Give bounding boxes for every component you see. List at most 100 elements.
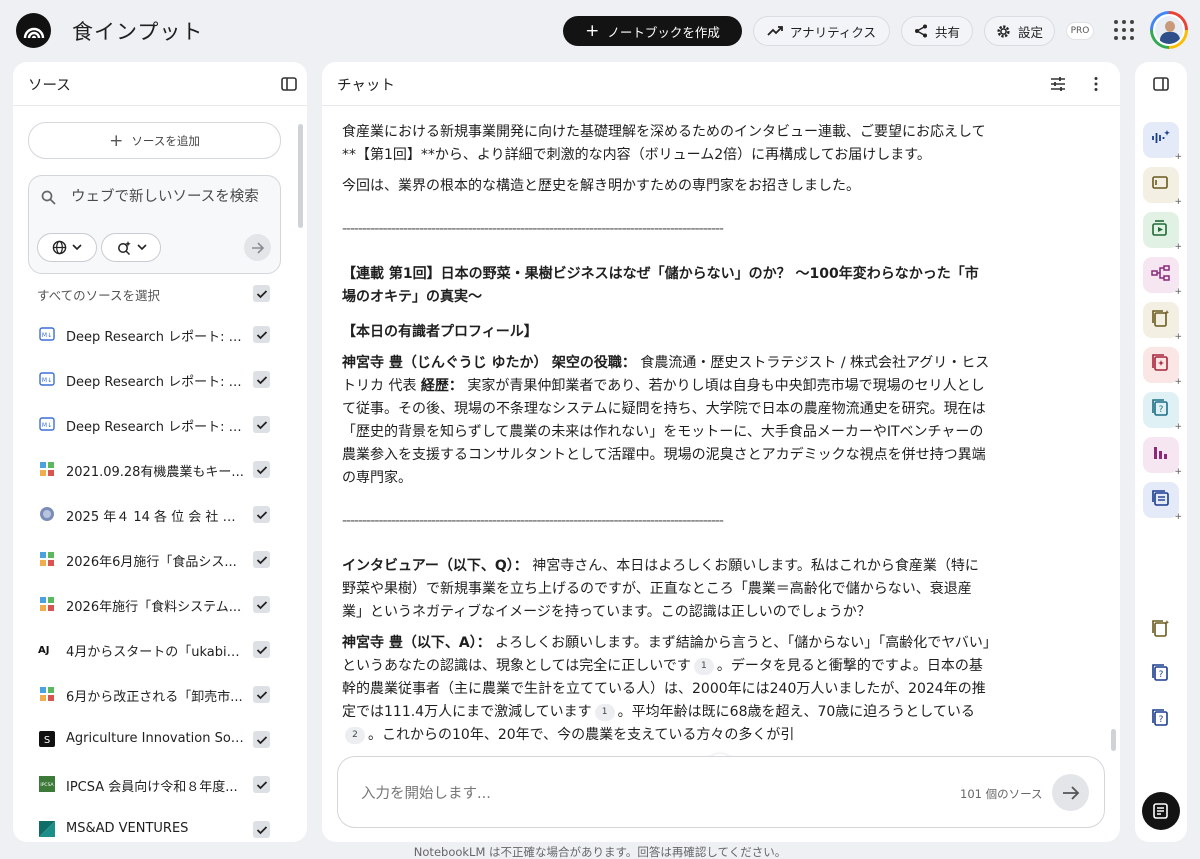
chat-message-area: 食産業における新規事業開発に向けた基礎理解を深めるためのインタビュー連載、ご要望… [322,107,1120,757]
source-checkbox[interactable] [253,686,270,703]
profile-heading: 【本日の有識者プロフィール】 [342,324,538,340]
account-avatar[interactable] [1150,11,1188,49]
pro-badge: PRO [1066,22,1094,40]
source-item-label: 2025 年４ 14 各 位 会 社 名 ... [66,510,244,525]
source-item[interactable]: MS&AD VENTURES [13,807,303,842]
report-button[interactable]: + [1143,302,1182,342]
source-checkbox[interactable] [253,506,270,523]
assistant-message: 食産業における新規事業開発に向けた基礎理解を深めるためのインタビュー連載、ご要望… [342,121,990,755]
audio-overview-button[interactable]: + [1143,122,1182,162]
video-overview-icon [1151,219,1171,241]
flashcards-icon [1151,354,1171,376]
plus-icon: + [1174,287,1182,297]
trending-up-icon [767,26,783,36]
source-item[interactable]: AJ 4月からスタートの「ukabis... [13,627,303,672]
add-source-button[interactable]: + ソースを追加 [28,122,281,159]
aj-favicon: AJ [38,640,56,658]
slides-button[interactable]: + [1143,167,1182,207]
source-checkbox[interactable] [253,371,270,388]
footer-disclaimer: NotebookLM は不正確な場合があります。回答は再確認してください。 [413,845,787,859]
chevron-down-icon [72,244,82,251]
source-item[interactable]: S Agriculture Innovation Solut... [13,717,303,762]
add-note-button[interactable] [1142,792,1180,830]
share-button[interactable]: 共有 [901,16,973,46]
report-note-icon [1151,619,1171,641]
plus-icon: + [1174,467,1182,477]
saved-note-item[interactable]: ? [1148,662,1174,688]
site-favicon [38,550,56,568]
saved-note-item[interactable]: ? [1148,707,1174,733]
source-item-label: MS&AD VENTURES [66,821,189,836]
chat-input[interactable]: 入力を開始します... [361,782,491,803]
source-checkbox[interactable] [253,596,270,613]
settings-button[interactable]: 設定 [984,16,1055,46]
globe-icon [52,240,67,255]
svg-text:M↓: M↓ [42,332,52,339]
plus-icon: + [1174,377,1182,387]
citation-chip[interactable]: 2 [345,727,365,744]
research-mode-dropdown[interactable] [101,233,161,262]
plus-icon: + [1174,422,1182,432]
source-item[interactable]: 2021.09.28有機農業もキー... [13,447,303,492]
source-item-label: Deep Research レポート: 日... [66,420,244,435]
data-table-button[interactable]: + [1143,482,1182,522]
source-item[interactable]: M↓ Deep Research レポート: 我... [13,357,303,402]
source-item[interactable]: M↓ Deep Research レポート: 日... [13,402,303,447]
source-item[interactable]: IPCSA IPCSA 会員向け令和８年度... [13,762,303,807]
infographic-button[interactable]: + [1143,437,1182,477]
flashcards-button[interactable]: + [1143,347,1182,387]
search-submit-button[interactable] [244,234,271,261]
ipcsa-favicon: IPCSA [38,775,56,793]
svg-text:M↓: M↓ [42,377,52,384]
source-item[interactable]: M↓ Deep Research レポート: 大... [13,312,303,357]
web-search-input[interactable]: ウェブで新しいソースを検索 [71,186,271,208]
citation-chip[interactable]: 1 [594,704,615,721]
msad-favicon [38,820,56,838]
data-table-icon [1151,489,1171,511]
quiz-button[interactable]: ? + [1143,392,1182,432]
more-vert-icon[interactable] [1087,75,1105,93]
source-item[interactable]: 2026年6月施行「食品シス... [13,537,303,582]
tune-icon[interactable] [1049,75,1067,93]
source-checkbox[interactable] [253,776,270,793]
source-item-label: 2026年6月施行「食品シス... [66,555,237,570]
select-all-checkbox[interactable] [253,285,270,302]
source-item-label: Agriculture Innovation Solut... [66,731,244,746]
notebook-title[interactable]: 食インプット [72,16,203,46]
source-item-label: Deep Research レポート: 我... [66,375,244,390]
notebooklm-logo-icon[interactable] [16,13,51,48]
citation-chip[interactable]: 1 [693,658,714,675]
sources-scrollbar[interactable] [298,124,303,228]
source-item[interactable]: 2026年施行「食料システム... [13,582,303,627]
web-source-dropdown[interactable] [37,233,97,262]
sources-panel: ソース + ソースを追加 ウェブで新しいソースを検索 すべてのソースを選択 M↓… [13,62,307,842]
source-checkbox[interactable] [253,641,270,658]
video-overview-button[interactable]: + [1143,212,1182,252]
collapse-panel-icon[interactable] [280,75,298,93]
expand-panel-icon[interactable] [1152,75,1170,93]
source-checkbox[interactable] [253,551,270,568]
source-item-label: 2021.09.28有機農業もキー... [66,465,244,480]
plus-icon: + [109,130,124,151]
source-item[interactable]: 2025 年４ 14 各 位 会 社 名 ... [13,492,303,537]
chat-panel: チャット 食産業における新規事業開発に向けた基礎理解を深めるためのインタビュー連… [322,62,1120,842]
note-add-icon [1153,803,1168,819]
source-checkbox[interactable] [253,731,270,748]
create-notebook-button[interactable]: + ノートブックを作成 [563,16,742,46]
saved-note-item[interactable] [1148,617,1174,643]
source-checkbox[interactable] [253,821,270,838]
source-item[interactable]: 6月から改正される「卸売市... [13,672,303,717]
message-paragraph: 今回は、業界の根本的な構造と歴史を解き明かすための専門家をお招きしました。 [342,178,860,194]
quiz-icon: ? [1151,399,1171,421]
source-checkbox[interactable] [253,416,270,433]
interviewer-label: インタビュアー（以下、Q）： [342,558,528,574]
apps-grid-icon[interactable] [1114,20,1134,40]
send-button[interactable] [1052,774,1089,811]
chevron-down-icon [136,244,147,251]
chat-scrollbar[interactable] [1111,729,1116,751]
source-checkbox[interactable] [253,461,270,478]
mindmap-button[interactable]: + [1143,257,1182,297]
analytics-button[interactable]: アナリティクス [753,16,890,46]
deep-research-icon: M↓ [38,415,56,433]
source-checkbox[interactable] [253,326,270,343]
